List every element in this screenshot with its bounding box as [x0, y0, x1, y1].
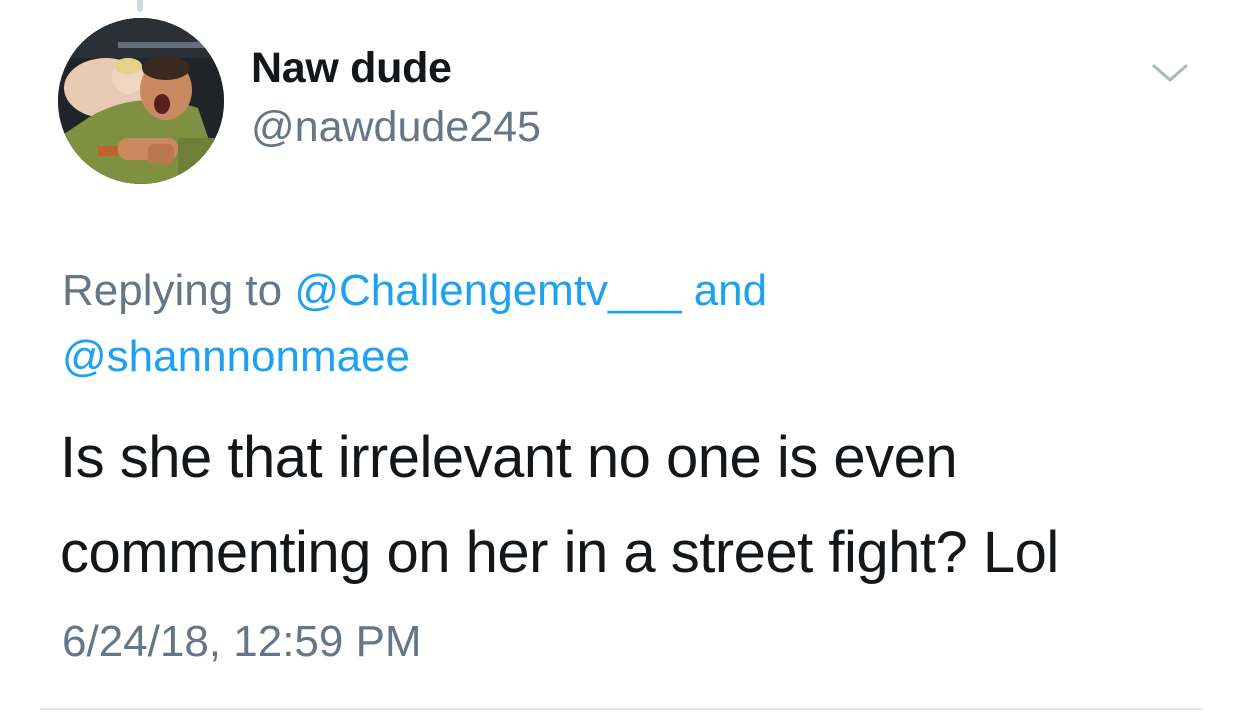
- reply-mention-shannnonmaee[interactable]: @shannnonmaee: [62, 332, 410, 381]
- tweet-text-line-1: Is she that irrelevant no one is even: [60, 425, 958, 490]
- user-handle[interactable]: @nawdude245: [251, 103, 541, 152]
- reply-context: Replying to @Challengemtv___ and @shannn…: [62, 258, 1182, 390]
- reply-joiner[interactable]: and: [681, 266, 767, 315]
- avatar[interactable]: [58, 18, 224, 184]
- avatar-image: [58, 18, 224, 184]
- reply-mention-challengemtv[interactable]: @Challengemtv___: [294, 266, 681, 315]
- display-name[interactable]: Naw dude: [251, 44, 452, 93]
- tweet-text-line-2: commenting on her in a street fight? Lol: [60, 520, 1059, 585]
- tweet-timestamp[interactable]: 6/24/18, 12:59 PM: [62, 617, 422, 667]
- reply-prefix: Replying to: [62, 266, 295, 315]
- thread-line-stub: [137, 0, 143, 12]
- divider: [40, 708, 1202, 710]
- more-options-button[interactable]: [1150, 58, 1190, 88]
- chevron-down-icon: [1152, 64, 1188, 82]
- tweet-text: Is she that irrelevant no one is even com…: [60, 410, 1200, 600]
